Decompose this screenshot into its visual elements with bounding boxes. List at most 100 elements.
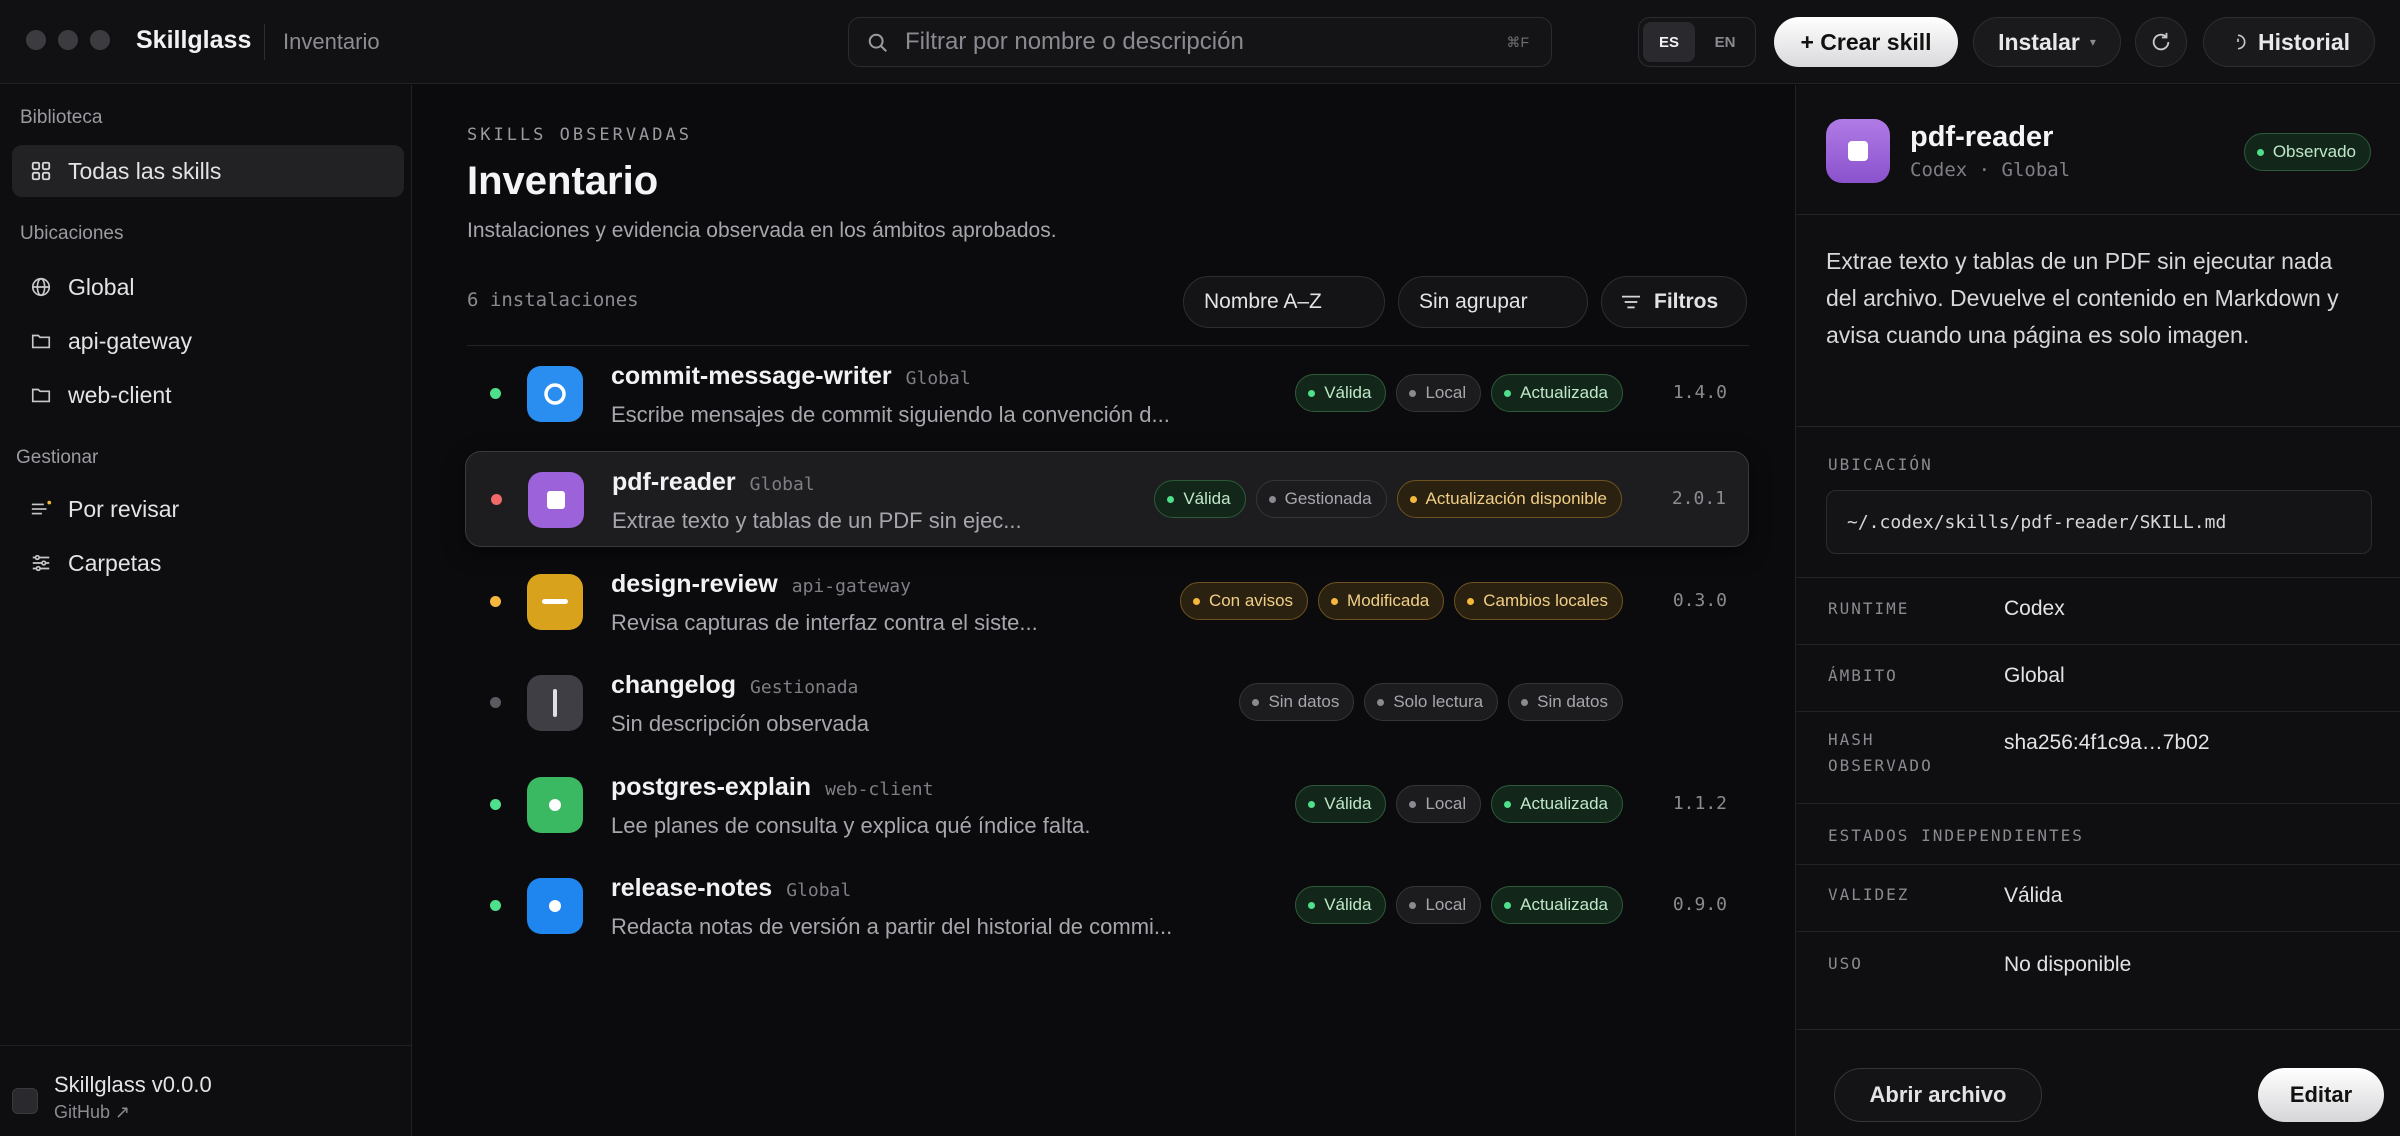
language-switch[interactable]: ES EN xyxy=(1638,17,1756,67)
skill-row[interactable]: design-review api-gateway Revisa capturas… xyxy=(465,554,1749,650)
history-button[interactable]: Historial xyxy=(2203,17,2375,67)
badge-label: Válida xyxy=(1183,489,1231,508)
zoom-window-button[interactable] xyxy=(90,30,110,50)
skill-dot-icon xyxy=(527,777,583,833)
skill-bar-icon xyxy=(527,675,583,731)
skill-description: Revisa capturas de interfaz contra el si… xyxy=(611,610,1038,635)
filters-button[interactable]: Filtros xyxy=(1601,276,1747,328)
status-badge: Gestionada xyxy=(1255,480,1387,518)
runtime-label: RUNTIME xyxy=(1828,599,1910,618)
location-path[interactable]: ~/.codex/skills/pdf-reader/SKILL.md xyxy=(1826,490,2372,554)
status-badge: Observado xyxy=(2243,133,2371,171)
badge-label: Actualización disponible xyxy=(1425,489,1607,508)
filters-label: Filtros xyxy=(1654,290,1719,313)
skill-name-text: changelog xyxy=(611,671,737,699)
language-option-en[interactable]: EN xyxy=(1699,22,1751,62)
status-dot-icon xyxy=(1308,800,1316,808)
github-link[interactable]: GitHub ↗ xyxy=(54,1102,130,1123)
hash-value: sha256:4f1c9a…7b02 xyxy=(2004,731,2210,754)
skill-row[interactable]: release-notes Global Redacta notas de ver… xyxy=(465,858,1749,954)
skill-version: 0.3.0 xyxy=(1672,590,1727,611)
sidebar-item-label: Por revisar xyxy=(68,495,180,522)
detail-divider xyxy=(1796,803,2400,804)
language-option-es[interactable]: ES xyxy=(1643,22,1695,62)
badge-label: Sin datos xyxy=(1537,692,1608,711)
globe-icon xyxy=(28,274,54,300)
group-select[interactable]: Sin agrupar xyxy=(1398,276,1588,328)
open-file-button[interactable]: Abrir archivo xyxy=(1834,1068,2042,1122)
review-list-icon xyxy=(28,496,54,522)
edit-button[interactable]: Editar xyxy=(2258,1068,2384,1122)
sliders-icon xyxy=(28,550,54,576)
detail-description: Extrae texto y tablas de un PDF sin ejec… xyxy=(1826,248,2339,348)
status-dot-icon xyxy=(1331,597,1339,605)
status-badge: Actualización disponible xyxy=(1396,480,1622,518)
install-button[interactable]: Instalar ▾ xyxy=(1973,17,2121,67)
install-label: Instalar xyxy=(1998,28,2080,55)
detail-divider xyxy=(1796,426,2400,427)
scope-label: ÁMBITO xyxy=(1828,666,1898,685)
status-dot-icon xyxy=(1504,389,1512,397)
skill-description: Extrae texto y tablas de un PDF sin ejec… xyxy=(612,508,1022,533)
skill-name: design-review api-gateway xyxy=(611,570,911,599)
status-dot-icon xyxy=(490,388,501,399)
status-dot-icon xyxy=(490,596,501,607)
skill-row[interactable]: changelog Gestionada Sin descripción obse… xyxy=(465,655,1749,751)
skill-name-text: pdf-reader xyxy=(612,468,736,496)
status-dot-icon xyxy=(1409,800,1417,808)
refresh-icon xyxy=(2152,32,2170,51)
titlebar: Skillglass Inventario ⌘F ESEN + Crear sk… xyxy=(0,0,2400,84)
app-name: Skillglass xyxy=(136,26,252,54)
status-dot-icon xyxy=(1409,389,1417,397)
validity-label: VALIDEZ xyxy=(1828,885,1910,904)
install-count: 6 instalaciones xyxy=(467,289,639,311)
skill-name-text: commit-message-writer xyxy=(611,362,892,390)
window-controls xyxy=(26,30,110,50)
refresh-button[interactable] xyxy=(2135,17,2187,67)
sidebar-item-web-client[interactable]: web-client xyxy=(12,369,404,421)
sidebar-item-folders[interactable]: Carpetas xyxy=(12,537,404,589)
sidebar-item-label: web-client xyxy=(68,381,172,408)
status-dot-icon xyxy=(1521,698,1529,706)
badge-group: Sin datos Solo lectura Sin datos xyxy=(1239,683,1623,721)
sidebar-item-api-gateway[interactable]: api-gateway xyxy=(12,315,404,367)
skill-row[interactable]: pdf-reader Global Extrae texto y tablas d… xyxy=(465,451,1749,547)
status-dot-icon xyxy=(1504,901,1512,909)
detail-skill-name: pdf-reader xyxy=(1910,121,2054,153)
status-label: Observado xyxy=(2272,142,2356,161)
status-badge: Con avisos xyxy=(1179,582,1309,620)
skill-name-text: release-notes xyxy=(611,874,773,902)
folder-icon xyxy=(28,328,54,354)
sidebar-item-global[interactable]: Global xyxy=(12,261,404,313)
status-badge: Sin datos xyxy=(1508,683,1623,721)
chevron-down-icon: ▾ xyxy=(2089,35,2096,49)
status-dot-icon xyxy=(1308,901,1316,909)
skill-scope: Gestionada xyxy=(750,677,859,698)
history-label: Historial xyxy=(2257,28,2351,55)
status-badge: Solo lectura xyxy=(1364,683,1499,721)
close-window-button[interactable] xyxy=(26,30,46,50)
sort-select[interactable]: Nombre A–Z xyxy=(1183,276,1385,328)
sidebar-item-all-skills[interactable]: Todas las skills xyxy=(12,145,404,197)
location-label: UBICACIÓN xyxy=(1828,455,1933,474)
badge-label: Local xyxy=(1425,895,1467,914)
status-dot-icon xyxy=(1167,495,1175,503)
skill-version: 1.1.2 xyxy=(1672,793,1727,814)
skill-scope: api-gateway xyxy=(791,576,911,597)
sidebar-item-to-review[interactable]: Por revisar xyxy=(12,483,404,535)
status-dot-icon xyxy=(1467,597,1475,605)
skill-description: Escribe mensajes de commit siguiendo la … xyxy=(611,402,1170,427)
status-dot-icon xyxy=(1252,698,1260,706)
create-skill-button[interactable]: + Crear skill xyxy=(1774,17,1958,67)
search-input[interactable] xyxy=(905,18,1465,66)
search-box[interactable]: ⌘F xyxy=(848,17,1552,67)
minimize-window-button[interactable] xyxy=(58,30,78,50)
skill-scope: Global xyxy=(786,880,852,901)
skill-row[interactable]: postgres-explain web-client Lee planes de… xyxy=(465,757,1749,853)
sidebar-item-label: Carpetas xyxy=(68,549,162,576)
skill-description: Lee planes de consulta y explica qué índ… xyxy=(611,813,1091,838)
skill-version: 2.0.1 xyxy=(1671,488,1726,509)
badge-label: Actualizada xyxy=(1520,383,1608,402)
detail-skill-meta: Codex · Global xyxy=(1910,159,2071,181)
skill-row[interactable]: commit-message-writer Global Escribe mens… xyxy=(465,346,1749,442)
